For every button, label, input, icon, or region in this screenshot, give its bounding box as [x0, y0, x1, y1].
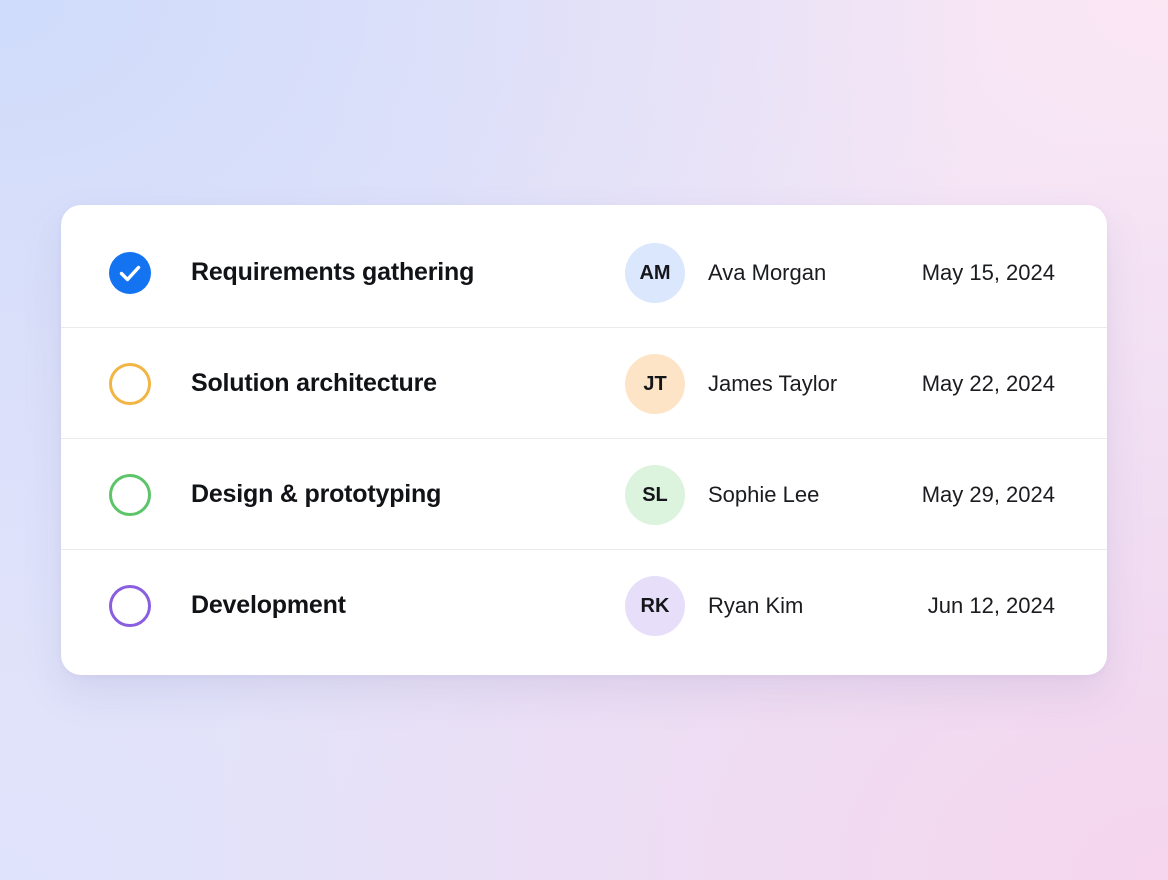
task-title: Development [191, 591, 346, 619]
due-date: May 15, 2024 [921, 260, 1055, 285]
empty-circle-icon[interactable] [109, 585, 151, 627]
avatar: AM [625, 243, 685, 303]
due-date: May 22, 2024 [921, 371, 1055, 396]
task-list-card: Requirements gathering AM Ava Morgan May… [61, 205, 1107, 675]
task-title: Requirements gathering [191, 258, 475, 286]
avatar: SL [625, 465, 685, 525]
assignee-name: Ava Morgan [708, 260, 827, 285]
avatar: JT [625, 354, 685, 414]
avatar: RK [625, 576, 685, 636]
check-circle-icon[interactable] [109, 252, 151, 294]
assignee-name: James Taylor [708, 371, 838, 396]
task-title: Solution architecture [191, 369, 437, 397]
task-row[interactable]: Design & prototyping SL Sophie Lee May 2… [61, 439, 1107, 550]
assignee-name: Sophie Lee [708, 482, 820, 507]
task-row[interactable]: Development RK Ryan Kim Jun 12, 2024 [61, 550, 1107, 661]
task-row[interactable]: Requirements gathering AM Ava Morgan May… [61, 217, 1107, 328]
assignee-name: Ryan Kim [708, 593, 804, 618]
empty-circle-icon[interactable] [109, 363, 151, 405]
empty-circle-icon[interactable] [109, 474, 151, 516]
task-title: Design & prototyping [191, 480, 442, 508]
due-date: May 29, 2024 [921, 482, 1055, 507]
due-date: Jun 12, 2024 [927, 593, 1055, 618]
task-row[interactable]: Solution architecture JT James Taylor Ma… [61, 328, 1107, 439]
